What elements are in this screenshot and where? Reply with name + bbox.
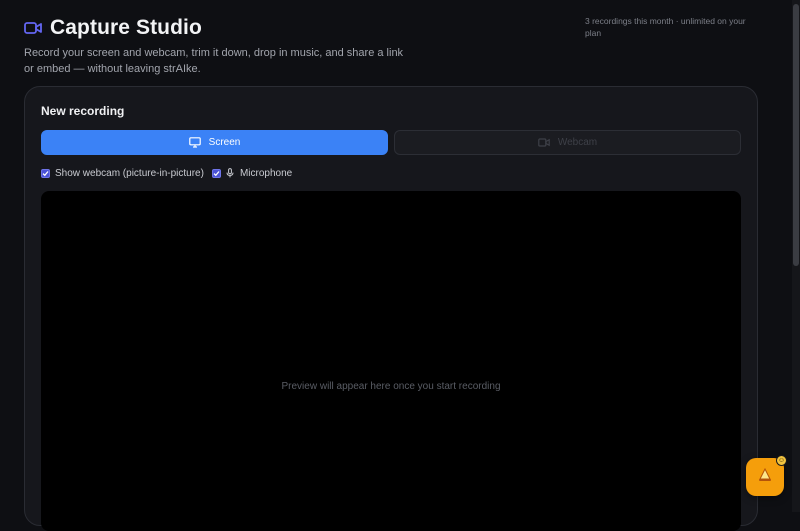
recording-options: Show webcam (picture-in-picture) Microph… [41, 166, 300, 180]
page-title: Capture Studio [50, 16, 202, 39]
microphone-icon [226, 168, 234, 178]
screen-mode-label: Screen [208, 137, 241, 148]
recording-preview: Preview will appear here once you start … [41, 191, 741, 531]
monitor-icon [188, 137, 201, 148]
page-scrollbar[interactable] [792, 0, 800, 512]
new-recording-card: New recording Screen Webcam Show webcam … [24, 86, 758, 531]
page-subtitle: Record your screen and webcam, trim it d… [24, 47, 404, 75]
scrollbar-thumb[interactable] [793, 4, 799, 266]
video-camera-icon [538, 138, 550, 147]
preview-placeholder: Preview will appear here once you start … [281, 381, 501, 392]
webcam-pip-label: Show webcam (picture-in-picture) [55, 167, 204, 179]
video-camera-icon [24, 21, 42, 35]
microphone-label: Microphone [239, 167, 293, 179]
webcam-pip-checkbox[interactable] [41, 168, 50, 178]
microphone-checkbox[interactable] [211, 168, 221, 178]
usage-info: 3 recordings this month · unlimited on y… [585, 16, 746, 38]
screen-mode-button[interactable]: Screen [41, 130, 388, 155]
page-header: Capture Studio Record your screen and we… [24, 14, 584, 77]
assistant-icon [757, 467, 773, 487]
webcam-mode-button[interactable]: Webcam [394, 130, 741, 155]
notification-badge: ☺ [776, 455, 787, 466]
webcam-mode-label: Webcam [557, 137, 598, 148]
card-title: New recording [41, 104, 125, 118]
title-row: Capture Studio [24, 14, 584, 42]
